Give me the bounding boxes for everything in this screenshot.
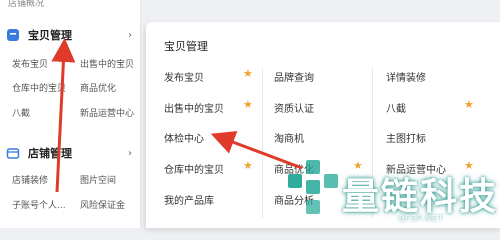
arrow-to-goods-menu bbox=[51, 38, 76, 193]
watermark-subtext: QFSP.NET bbox=[398, 214, 444, 223]
watermark-text: 量链科技 bbox=[342, 175, 498, 218]
